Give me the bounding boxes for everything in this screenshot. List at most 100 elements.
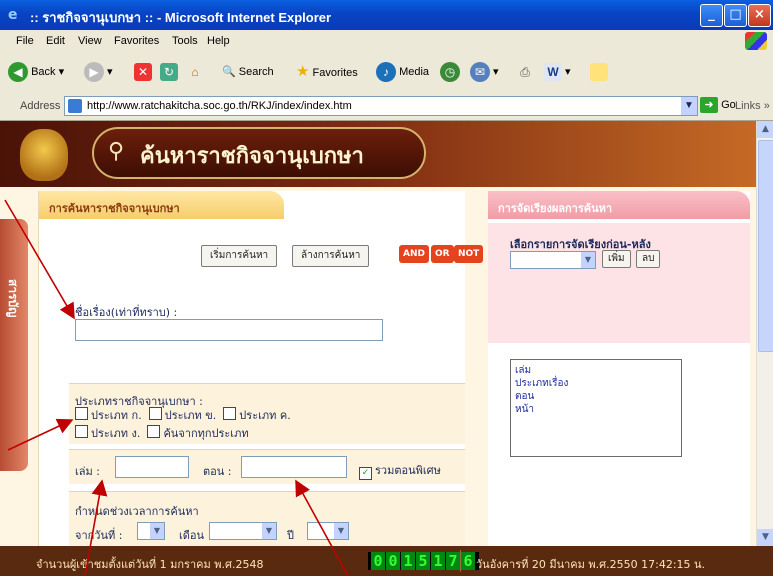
site-logo-text: ค้นหาราชกิจจานุเบกษา	[140, 144, 364, 169]
day-select[interactable]: ▼	[137, 522, 165, 540]
minimize-button[interactable]: _	[700, 4, 723, 27]
sort-controls: เลือกรายการจัดเรียงก่อน-หลัง ▼ เพิ่ม ลบ	[488, 223, 750, 343]
address-url: http://www.ratchakitcha.soc.go.th/RKJ/in…	[87, 100, 352, 112]
search-button[interactable]: 🔍 Search	[222, 61, 274, 83]
page-content: ⚲ ค้นหาราชกิจจานุเบกษา สารบัญ การค้นหารา…	[0, 121, 756, 546]
window-title: :: ราชกิจจานุเบกษา :: - Microsoft Intern…	[30, 10, 332, 25]
home-button[interactable]: ⌂	[186, 61, 204, 83]
year-select[interactable]: ▼	[307, 522, 349, 540]
menu-file[interactable]: File	[16, 35, 34, 47]
counter-digit: 1	[431, 552, 445, 570]
issue-input[interactable]	[241, 456, 347, 478]
chevron-down-icon: ▼	[334, 523, 348, 539]
stop-icon: ✕	[134, 63, 152, 82]
close-button[interactable]: ×	[748, 4, 771, 27]
ie-icon: e	[8, 7, 18, 23]
month-label: เดือน	[179, 529, 205, 542]
vertical-scrollbar[interactable]: ▲ ▼	[756, 121, 773, 546]
type-row-1: ประเภท ก. ประเภท ข. ประเภท ค.	[75, 406, 291, 424]
month-select[interactable]: ▼	[209, 522, 277, 540]
site-header: ⚲ ค้นหาราชกิจจานุเบกษา	[0, 121, 756, 187]
history-icon: ◷	[440, 62, 460, 83]
scroll-down-icon[interactable]: ▼	[757, 529, 773, 546]
garuda-emblem-icon	[20, 129, 68, 181]
period-label: กำหนดช่วงเวลาการค้นหา	[75, 505, 199, 518]
address-input[interactable]: http://www.ratchakitcha.soc.go.th/RKJ/in…	[64, 96, 698, 116]
chevron-down-icon: ▼	[262, 523, 276, 539]
history-button[interactable]: ◷	[440, 61, 460, 83]
list-item[interactable]: ประเภทเรื่อง	[511, 377, 681, 390]
star-icon: ★	[296, 63, 310, 80]
search-panel: การค้นหาราชกิจจานุเบกษา เริ่มการค้นหา ล้…	[38, 191, 484, 546]
toolbar: ◀ Back ▾ ▶ ▾ ✕ ↻ ⌂ 🔍 Search ★ Favorites …	[0, 52, 773, 93]
search-icon: 🔍	[222, 66, 236, 78]
volume-input[interactable]	[115, 456, 189, 478]
type-d-checkbox[interactable]: ประเภท ง.	[75, 425, 140, 440]
site-logo: ⚲ ค้นหาราชกิจจานุเบกษา	[92, 127, 426, 179]
volume-section: เล่ม : ตอน : ✓ รวมตอนพิเศษ	[69, 449, 465, 484]
visitor-counter: 0015176	[368, 552, 479, 570]
edit-word-button[interactable]: W ▾	[544, 61, 571, 83]
menu-tools[interactable]: Tools	[172, 35, 198, 47]
window-title-bar[interactable]: e :: ราชกิจจานุเบกษา :: - Microsoft Inte…	[0, 0, 773, 30]
address-label: Address	[20, 100, 61, 112]
back-arrow-icon: ◀	[8, 62, 28, 83]
add-sort-button[interactable]: เพิ่ม	[602, 250, 631, 268]
sidebar-toc-tab[interactable]: สารบัญ	[0, 219, 28, 471]
chevron-down-icon: ▼	[150, 523, 164, 539]
footer-divider	[460, 550, 461, 572]
menu-view[interactable]: View	[78, 35, 102, 47]
from-date-label: จากวันที่ :	[75, 529, 123, 542]
magnifier-icon: ⚲	[108, 139, 125, 164]
not-operator-button[interactable]: NOT	[454, 245, 484, 263]
media-icon: ♪	[376, 62, 396, 83]
refresh-button[interactable]: ↻	[160, 61, 178, 83]
clear-search-button[interactable]: ล้างการค้นหา	[292, 245, 370, 267]
type-c-checkbox[interactable]: ประเภท ค.	[223, 407, 291, 422]
media-button[interactable]: ♪ Media	[376, 61, 429, 83]
menu-help[interactable]: Help	[207, 35, 230, 47]
sort-order-list[interactable]: เล่ม ประเภทเรื่อง ตอน หน้า	[510, 359, 682, 457]
checkmark-icon: ✓	[359, 467, 372, 480]
menu-bar: File Edit View Favorites Tools Help	[0, 30, 773, 53]
counter-digit: 7	[446, 552, 460, 570]
go-button[interactable]: ➜ Go	[700, 97, 736, 113]
scroll-up-icon[interactable]: ▲	[757, 121, 773, 138]
sort-field-select[interactable]: ▼	[510, 251, 596, 269]
address-dropdown-icon[interactable]: ▼	[681, 97, 697, 115]
or-operator-button[interactable]: OR	[431, 245, 454, 263]
current-datetime: วันอังคารที่ 20 มีนาคม พ.ศ.2550 17:42:15…	[476, 558, 706, 571]
forward-button[interactable]: ▶ ▾	[84, 61, 113, 83]
title-input[interactable]	[75, 319, 383, 341]
type-section: ประเภทราชกิจจานุเบกษา : ประเภท ก. ประเภท…	[69, 383, 465, 444]
special-issue-checkbox[interactable]: ✓ รวมตอนพิเศษ	[359, 461, 441, 480]
period-section: กำหนดช่วงเวลาการค้นหา จากวันที่ : ▼ เดือ…	[69, 491, 465, 546]
mail-button[interactable]: ✉ ▾	[470, 61, 499, 83]
search-panel-tab: การค้นหาราชกิจจานุเบกษา	[39, 191, 284, 219]
and-operator-button[interactable]: AND	[399, 245, 429, 263]
sort-panel-title: การจัดเรียงผลการค้นหา	[498, 202, 613, 215]
notepad-icon	[590, 63, 608, 82]
links-button[interactable]: Links »	[735, 100, 770, 112]
start-search-button[interactable]: เริ่มการค้นหา	[201, 245, 278, 267]
back-button[interactable]: ◀ Back ▾	[8, 61, 64, 83]
search-panel-title: การค้นหาราชกิจจานุเบกษา	[49, 202, 180, 215]
messenger-button[interactable]	[590, 61, 608, 83]
page-icon	[68, 99, 82, 113]
all-types-checkbox[interactable]: ค้นจากทุกประเภท	[147, 425, 249, 440]
type-a-checkbox[interactable]: ประเภท ก.	[75, 407, 142, 422]
stop-button[interactable]: ✕	[134, 61, 152, 83]
type-b-checkbox[interactable]: ประเภท ข.	[148, 407, 216, 422]
list-item[interactable]: ตอน	[511, 390, 681, 403]
favorites-button[interactable]: ★ Favorites	[296, 61, 358, 83]
print-button[interactable]: ⎙	[516, 61, 534, 83]
list-item[interactable]: หน้า	[511, 403, 681, 416]
menu-edit[interactable]: Edit	[46, 35, 65, 47]
home-icon: ⌂	[191, 65, 199, 80]
delete-sort-button[interactable]: ลบ	[636, 250, 661, 268]
list-item[interactable]: เล่ม	[511, 364, 681, 377]
scroll-thumb[interactable]	[758, 140, 773, 352]
menu-favorites[interactable]: Favorites	[114, 35, 159, 47]
maximize-button[interactable]: □	[724, 4, 747, 27]
windows-flag-icon	[745, 32, 767, 50]
